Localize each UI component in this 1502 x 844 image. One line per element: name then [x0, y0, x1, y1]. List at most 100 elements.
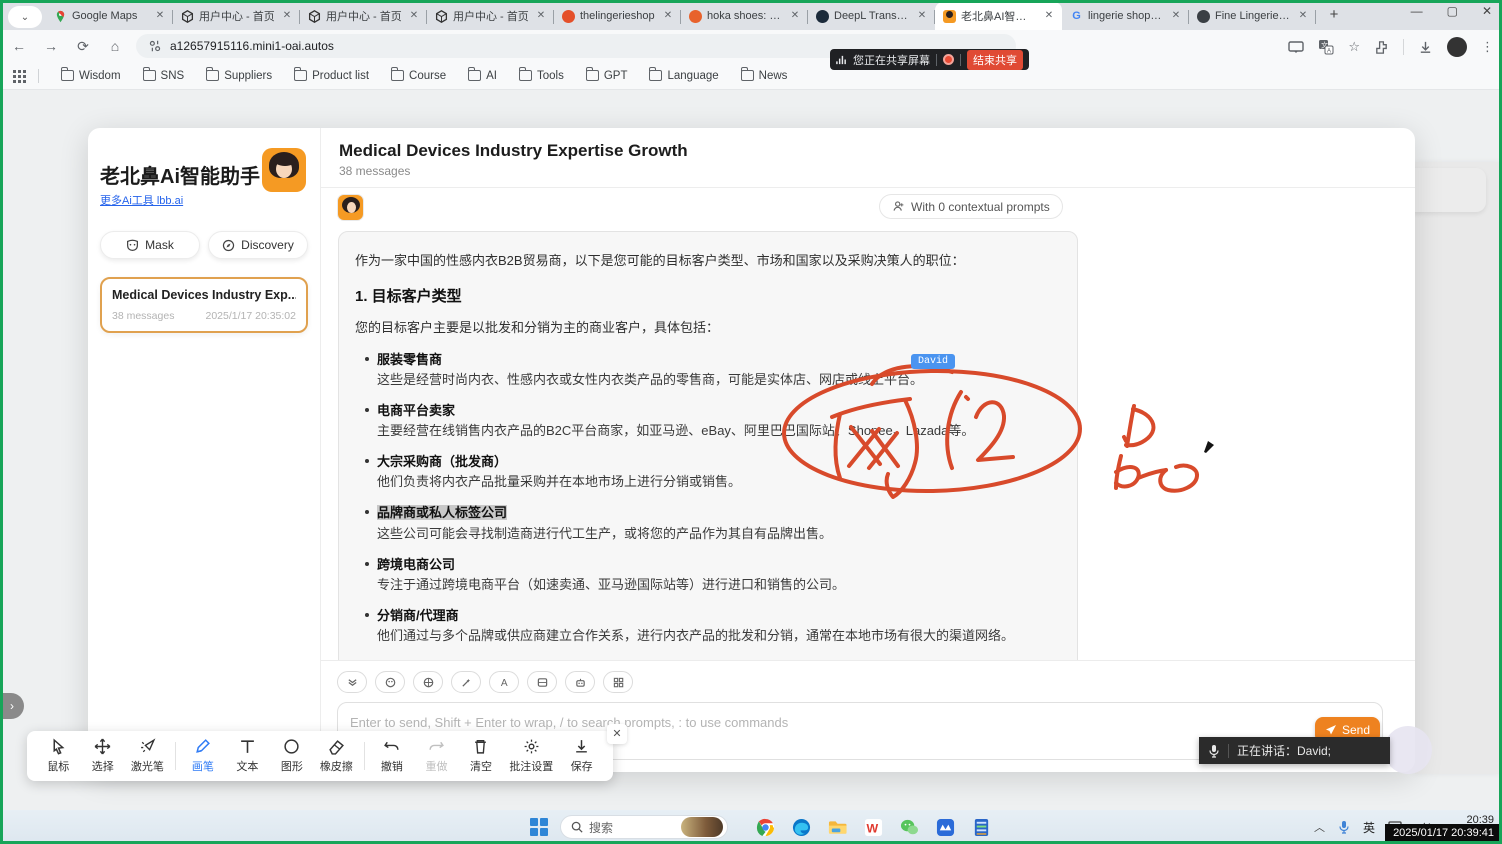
scroll-bottom-button[interactable]	[337, 671, 367, 693]
edge-taskbar-icon[interactable]	[792, 818, 811, 837]
bookmark-language[interactable]: Language	[649, 70, 718, 82]
file-explorer-taskbar-icon[interactable]	[828, 818, 847, 837]
chat-scroll-area[interactable]: 作为一家中国的性感内衣B2B贸易商，以下是您可能的目标客户类型、市场和国家以及采…	[321, 184, 1405, 660]
chat-header: Medical Devices Industry Expertise Growt…	[321, 128, 1415, 188]
bookmark-gpt[interactable]: GPT	[586, 70, 628, 82]
minimize-button[interactable]: —	[1411, 4, 1423, 18]
close-tab-icon[interactable]: ✕	[280, 9, 294, 23]
panel-expander[interactable]: ›	[0, 693, 24, 719]
tool-label: 重做	[425, 758, 447, 774]
taskbar-search[interactable]: 搜索	[560, 815, 728, 839]
bookmark-suppliers[interactable]: Suppliers	[206, 70, 272, 82]
tray-expand-icon[interactable]: ︿	[1314, 819, 1325, 835]
start-button[interactable]	[530, 818, 548, 836]
text-tool[interactable]: 文本	[226, 738, 269, 774]
sidebar: 老北鼻Ai智能助手 更多Ai工具 lbb.ai Mask Discovery M…	[88, 128, 320, 772]
close-tab-icon[interactable]: ✕	[153, 9, 167, 23]
theme-button[interactable]	[375, 671, 405, 693]
eraser-tool[interactable]: 橡皮擦	[315, 738, 358, 774]
tab-deepl[interactable]: DeepL Translate✕	[808, 2, 935, 30]
robot-button[interactable]	[565, 671, 595, 693]
translate-icon[interactable]: 文A	[1318, 39, 1334, 55]
clear-tool[interactable]: 清空	[460, 738, 503, 774]
language-button[interactable]	[413, 671, 443, 693]
item-desc: 他们负责将内衣产品批量采购并在本地市场上进行分销或销售。	[377, 474, 741, 489]
forward-button[interactable]: →	[38, 33, 64, 59]
cursor-tool[interactable]: 鼠标	[37, 738, 80, 774]
close-tab-icon[interactable]: ✕	[407, 9, 421, 23]
bookmark-label: Suppliers	[224, 70, 272, 82]
tab-google-maps[interactable]: Google Maps✕	[46, 2, 173, 30]
model-button[interactable]	[527, 671, 557, 693]
bookmark-product-list[interactable]: Product list	[294, 70, 369, 82]
extensions-icon[interactable]	[1374, 40, 1389, 55]
bookmark-sns[interactable]: SNS	[143, 70, 185, 82]
close-annotation-toolbar-button[interactable]: ✕	[607, 724, 627, 744]
tray-microphone-icon[interactable]	[1338, 820, 1350, 834]
laser-tool[interactable]: 激光笔	[126, 738, 169, 774]
tab-ai-assistant-active[interactable]: 老北鼻AI智能助手✕	[935, 2, 1062, 30]
close-tab-icon[interactable]: ✕	[1042, 9, 1056, 23]
bookmark-wisdom[interactable]: Wisdom	[61, 70, 121, 82]
font-size-button[interactable]: A	[489, 671, 519, 693]
wps-taskbar-icon[interactable]: W	[864, 818, 883, 837]
tab-search-button[interactable]: ⌄	[8, 6, 42, 28]
pen-tool[interactable]: 画笔	[182, 738, 225, 774]
more-tools-link[interactable]: 更多Ai工具 lbb.ai	[100, 192, 183, 208]
discovery-button[interactable]: Discovery	[208, 231, 308, 259]
notes-taskbar-icon[interactable]	[972, 818, 991, 837]
cast-icon[interactable]	[1288, 39, 1304, 55]
meeting-float-ball[interactable]	[1384, 726, 1432, 774]
bookmark-news[interactable]: News	[741, 70, 788, 82]
tab-hoka[interactable]: hoka shoes: Ove✕	[681, 2, 808, 30]
close-tab-icon[interactable]: ✕	[1169, 9, 1183, 23]
maximize-button[interactable]: ▢	[1447, 4, 1458, 18]
site-icon	[689, 10, 702, 23]
chrome-taskbar-icon[interactable]	[756, 818, 775, 837]
profile-avatar[interactable]	[1447, 37, 1467, 57]
save-tool[interactable]: 保存	[560, 738, 603, 774]
settings-tool[interactable]: 批注设置	[504, 738, 558, 774]
bookmark-star-icon[interactable]: ☆	[1348, 39, 1360, 55]
new-tab-button[interactable]: +	[1322, 3, 1346, 27]
close-tab-icon[interactable]: ✕	[915, 9, 929, 23]
folder-icon	[519, 70, 532, 81]
bookmark-course[interactable]: Course	[391, 70, 446, 82]
bookmark-tools[interactable]: Tools	[519, 70, 564, 82]
plugins-button[interactable]	[603, 671, 633, 693]
gear-icon	[523, 738, 540, 755]
annotator-name-badge: David	[911, 354, 955, 369]
select-tool[interactable]: 选择	[82, 738, 125, 774]
chat-list-item-selected[interactable]: Medical Devices Industry Exp... 38 messa…	[100, 277, 308, 333]
message-heading-1: 1. 目标客户类型	[355, 285, 1061, 308]
wechat-taskbar-icon[interactable]	[900, 818, 919, 837]
back-button[interactable]: ←	[6, 33, 32, 59]
close-tab-icon[interactable]: ✕	[788, 9, 802, 23]
site-info-icon[interactable]	[148, 39, 162, 53]
close-window-button[interactable]: ✕	[1482, 4, 1492, 18]
tab-thelingerieshop[interactable]: thelingerieshop✕	[554, 2, 681, 30]
tab-user-center-3[interactable]: 用户中心 - 首页✕	[427, 2, 554, 30]
globe-icon	[1197, 10, 1210, 23]
download-icon[interactable]	[1418, 40, 1433, 55]
apps-grid-icon[interactable]	[12, 69, 26, 83]
stop-share-button[interactable]: 结束共享	[967, 50, 1023, 70]
menu-kebab-icon[interactable]: ⋮	[1481, 39, 1494, 55]
bookmark-ai[interactable]: AI	[468, 70, 497, 82]
undo-tool[interactable]: 撤销	[371, 738, 414, 774]
shape-tool[interactable]: 图形	[271, 738, 314, 774]
paper-plane-icon	[1325, 724, 1337, 736]
tab-lingerie-search[interactable]: G lingerie shop - G✕	[1062, 2, 1189, 30]
close-tab-icon[interactable]: ✕	[534, 9, 548, 23]
prompt-button[interactable]	[451, 671, 481, 693]
mask-button[interactable]: Mask	[100, 231, 200, 259]
home-button[interactable]: ⌂	[102, 33, 128, 59]
close-tab-icon[interactable]: ✕	[661, 9, 675, 23]
reload-button[interactable]: ⟳	[70, 33, 96, 59]
meeting-taskbar-icon[interactable]	[936, 818, 955, 837]
close-tab-icon[interactable]: ✕	[1296, 9, 1310, 23]
tab-user-center-1[interactable]: 用户中心 - 首页✕	[173, 2, 300, 30]
tab-fine-lingerie[interactable]: Fine Lingerie, Sle✕	[1189, 2, 1316, 30]
ime-indicator[interactable]: 英	[1363, 819, 1375, 836]
tab-user-center-2[interactable]: 用户中心 - 首页✕	[300, 2, 427, 30]
